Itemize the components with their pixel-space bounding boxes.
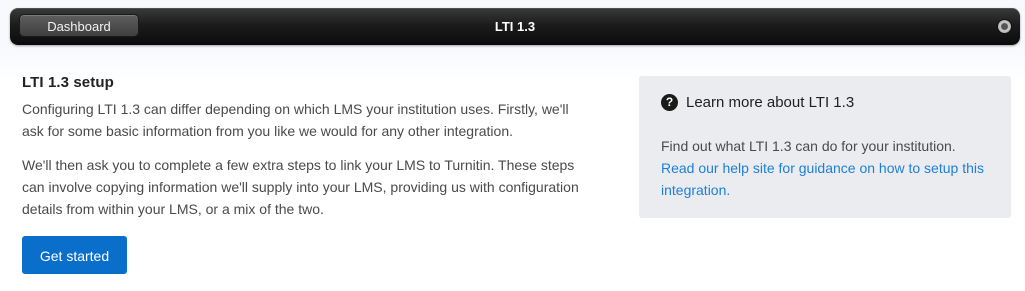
page-title: LTI 1.3: [494, 19, 536, 34]
learn-more-title: Learn more about LTI 1.3: [686, 94, 855, 111]
status-indicator-icon[interactable]: [998, 20, 1011, 33]
setup-heading: LTI 1.3 setup: [22, 74, 114, 91]
intro-paragraph: Configuring LTI 1.3 can differ depending…: [22, 101, 569, 139]
question-circle-icon: ?: [661, 94, 678, 111]
get-started-button[interactable]: Get started: [22, 236, 127, 274]
learn-more-text: Find out what LTI 1.3 can do for your in…: [661, 138, 956, 154]
setup-section: LTI 1.3 setup Configuring LTI 1.3 can di…: [22, 74, 582, 274]
learn-more-header: ? Learn more about LTI 1.3: [661, 94, 989, 111]
top-navigation-bar: Dashboard LTI 1.3: [10, 8, 1020, 45]
help-site-link[interactable]: Read our help site for guidance on how t…: [661, 160, 984, 198]
page: Dashboard LTI 1.3 LTI 1.3 setup Configur…: [0, 0, 1025, 291]
dashboard-button[interactable]: Dashboard: [19, 14, 139, 37]
steps-paragraph: We'll then ask you to complete a few ext…: [22, 157, 579, 217]
learn-more-panel: ? Learn more about LTI 1.3 Find out what…: [639, 76, 1011, 218]
